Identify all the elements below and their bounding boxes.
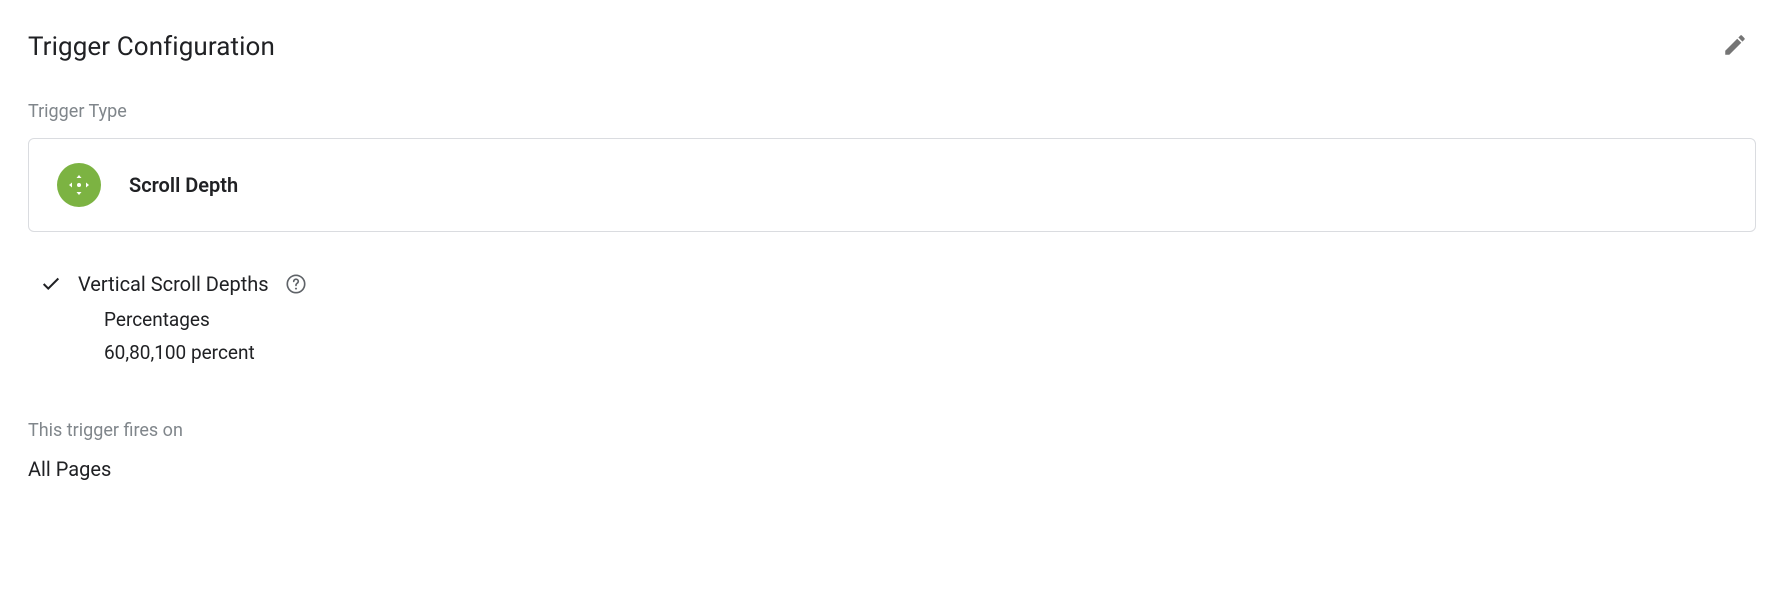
scroll-depth-icon [57, 163, 101, 207]
edit-button[interactable] [1714, 24, 1756, 69]
fires-on-label: This trigger fires on [28, 420, 1756, 441]
percentages-mode-label: Percentages [28, 308, 1756, 331]
vertical-scroll-depths-label: Vertical Scroll Depths [78, 272, 269, 296]
fires-on-value: All Pages [28, 457, 1756, 481]
trigger-type-label: Trigger Type [28, 101, 1756, 122]
config-header: Trigger Configuration [28, 24, 1756, 69]
vertical-scroll-depths-row: Vertical Scroll Depths [28, 272, 1756, 296]
fires-on-section: This trigger fires on All Pages [28, 420, 1756, 481]
checkmark-icon [40, 273, 62, 295]
page-title: Trigger Configuration [28, 32, 275, 62]
help-icon[interactable] [285, 273, 307, 295]
trigger-type-card[interactable]: Scroll Depth [28, 138, 1756, 232]
pencil-icon [1722, 32, 1748, 61]
percentages-value: 60,80,100 percent [28, 341, 1756, 364]
trigger-type-name: Scroll Depth [129, 173, 238, 197]
